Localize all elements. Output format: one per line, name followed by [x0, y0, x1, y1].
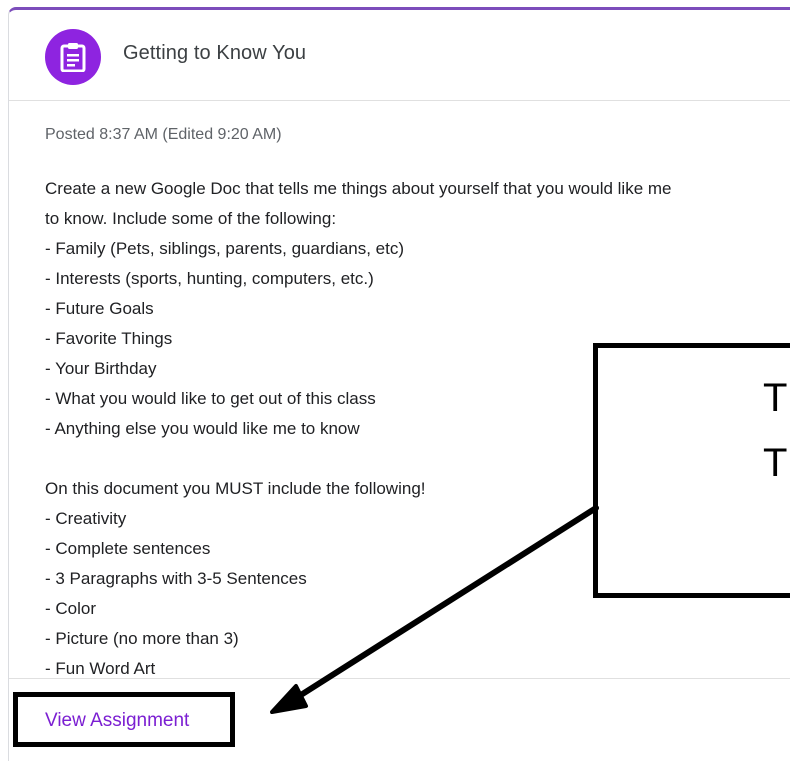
description-line: to know. Include some of the following: [45, 209, 337, 228]
callout-text-line-1: T [763, 376, 788, 420]
description-line: Create a new Google Doc that tells me th… [45, 179, 672, 198]
view-assignment-link[interactable]: View Assignment [45, 710, 189, 732]
assignment-title: Getting to Know You [123, 42, 307, 64]
description-line: - Fun Word Art [45, 659, 156, 678]
posted-timestamp: Posted 8:37 AM (Edited 9:20 AM) [45, 126, 282, 143]
callout-text-line-2: T [763, 441, 788, 485]
description-line: - Interests (sports, hunting, computers,… [45, 269, 374, 288]
description-line: - Family (Pets, siblings, parents, guard… [45, 239, 405, 258]
description-line: - Future Goals [45, 299, 154, 318]
description-line: - Picture (no more than 3) [45, 629, 239, 648]
screenshot-stage: Getting to Know You Posted 8:37 AM (Edit… [0, 0, 790, 761]
assignment-icon [45, 29, 101, 85]
annotation-callout-box: T T [593, 343, 790, 598]
description-line: - Color [45, 599, 97, 618]
card-header: Getting to Know You [9, 10, 790, 101]
footer-divider [9, 678, 790, 679]
